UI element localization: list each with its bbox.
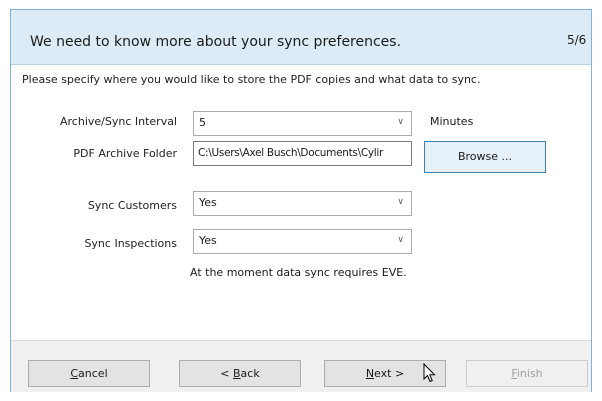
intro-text: Please specify where you would like to s… xyxy=(22,73,481,86)
eve-note: At the moment data sync requires EVE. xyxy=(190,266,407,279)
browse-button[interactable]: Browse ... xyxy=(424,141,546,173)
finish-button[interactable]: Finish xyxy=(466,360,588,387)
pdf-folder-input[interactable]: C:\Users\Axel Busch\Documents\Cylir xyxy=(193,141,412,166)
interval-unit: Minutes xyxy=(430,115,474,128)
step-indicator: 5/6 xyxy=(567,33,587,47)
sync-inspections-select[interactable]: Yes ∨ xyxy=(193,229,412,254)
interval-select[interactable]: 5 ∨ xyxy=(193,111,412,136)
interval-label: Archive/Sync Interval xyxy=(60,115,177,128)
sync-customers-value: Yes xyxy=(199,196,217,209)
sync-customers-label: Sync Customers xyxy=(87,199,177,212)
chevron-down-icon: ∨ xyxy=(397,235,404,245)
chevron-down-icon: ∨ xyxy=(397,197,404,207)
page-title: We need to know more about your sync pre… xyxy=(30,34,402,50)
back-button[interactable]: < Back xyxy=(179,360,301,387)
wizard-header: We need to know more about your sync pre… xyxy=(11,10,591,65)
pdf-folder-label: PDF Archive Folder xyxy=(73,147,177,160)
sync-inspections-label: Sync Inspections xyxy=(84,237,177,250)
sync-inspections-value: Yes xyxy=(199,234,217,247)
mouse-pointer-icon xyxy=(423,363,436,383)
wizard-footer: Cancel < Back Next > Finish xyxy=(11,340,591,392)
interval-value: 5 xyxy=(199,116,206,129)
chevron-down-icon: ∨ xyxy=(397,117,404,127)
cancel-button[interactable]: Cancel xyxy=(28,360,150,387)
pdf-folder-value: C:\Users\Axel Busch\Documents\Cylir xyxy=(198,147,384,159)
sync-customers-select[interactable]: Yes ∨ xyxy=(193,191,412,216)
